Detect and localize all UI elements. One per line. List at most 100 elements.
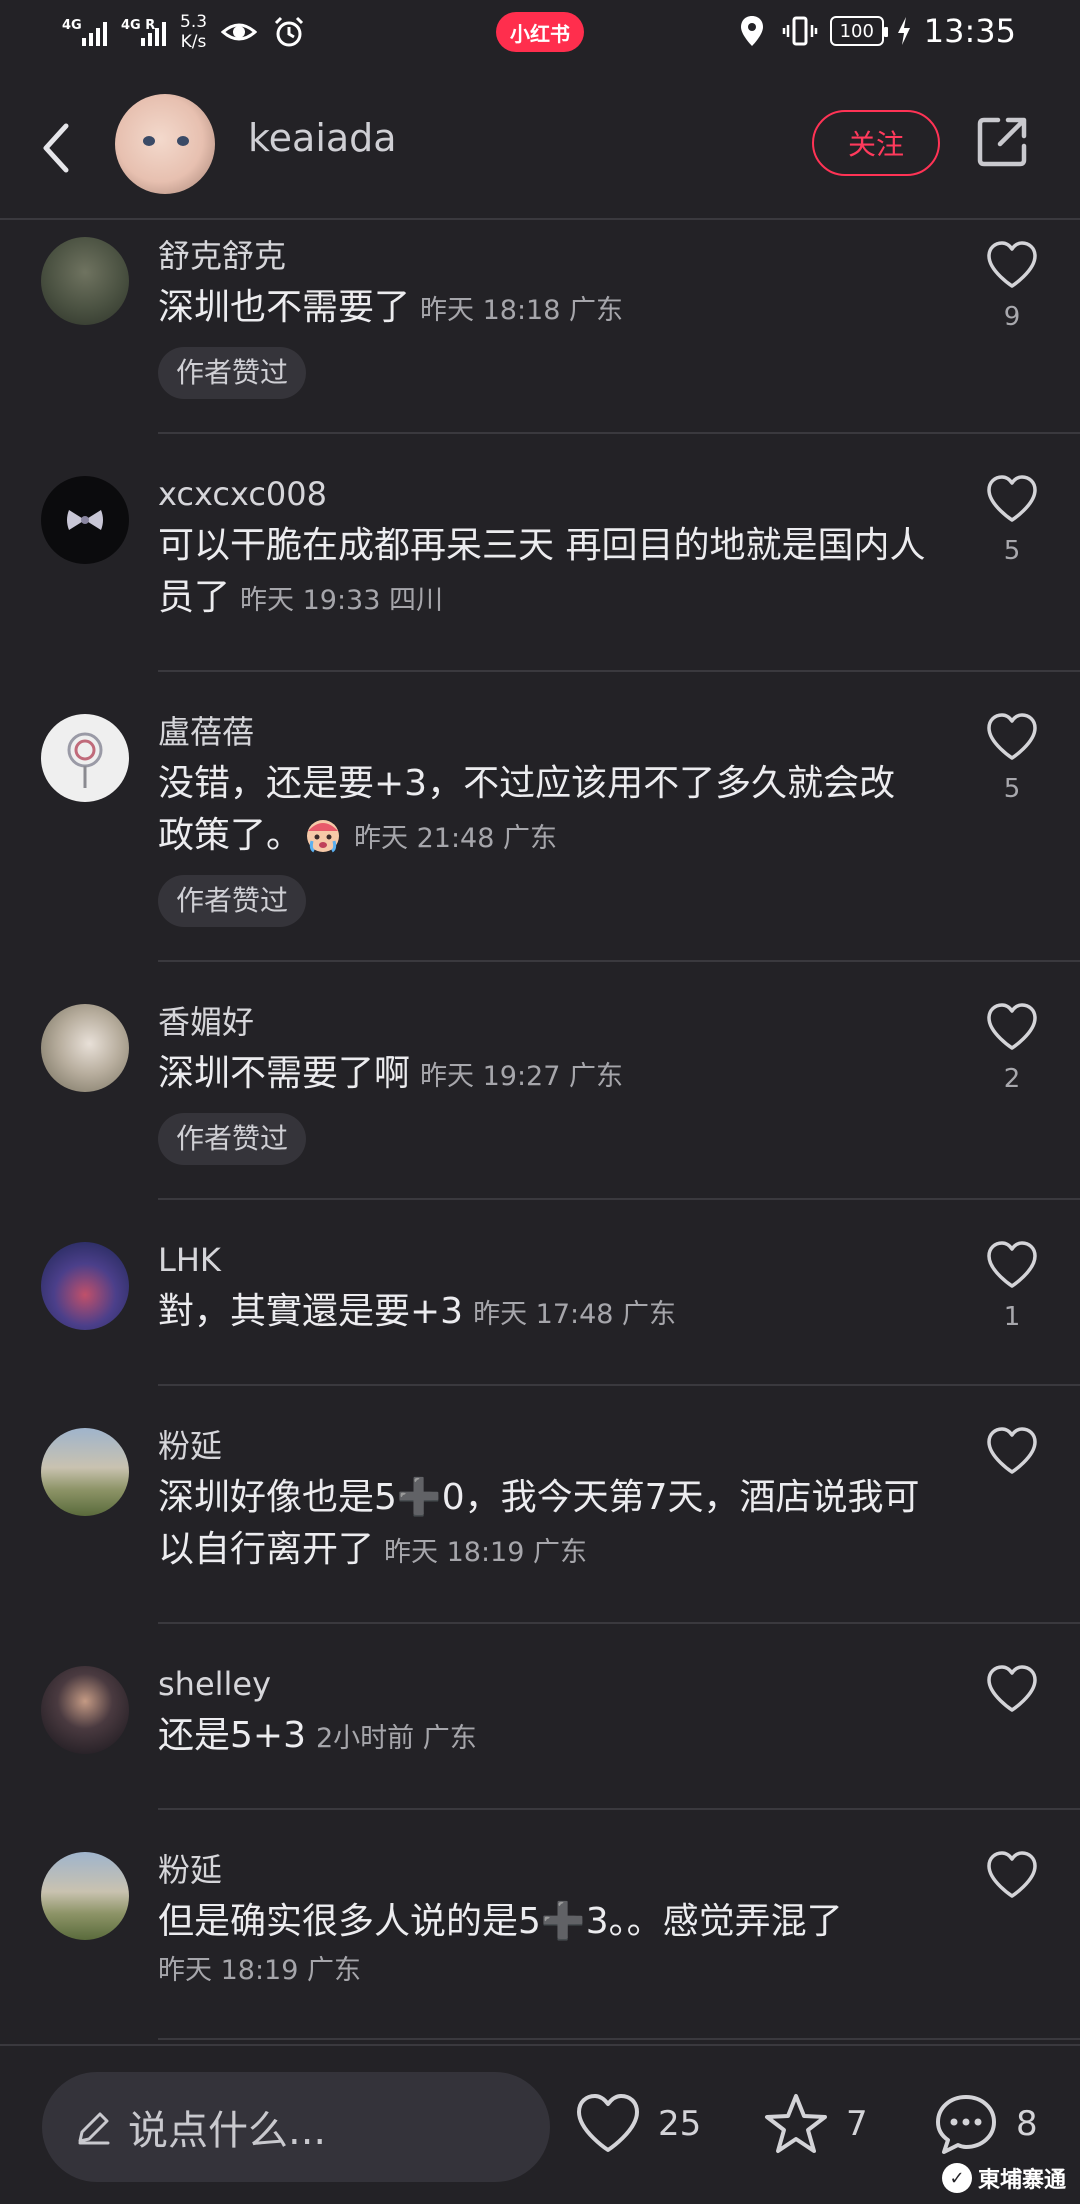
comment-count: 8 [1016, 2104, 1038, 2144]
status-bar: 4G 4G R 5.3 K/s 小红书 100 13:35 [0, 0, 1080, 64]
cell-signal-icon: 4G R [121, 18, 166, 46]
battery-icon: 100 [829, 16, 888, 46]
heart-icon [987, 1665, 1037, 1712]
like-button[interactable] [984, 1426, 1040, 1480]
cell-signal-icon: 4G [62, 18, 107, 46]
share-icon[interactable] [974, 114, 1030, 170]
header: keaiada 关注 [0, 76, 1080, 220]
alarm-icon [274, 16, 304, 47]
author-avatar[interactable] [115, 94, 215, 194]
heart-icon [987, 1241, 1037, 1288]
like-count: 5 [1003, 774, 1021, 804]
comment-item: 舒克舒克 深圳也不需要了 昨天 18:18 广东 作者赞过 9 [41, 222, 1080, 434]
like-button[interactable]: 5 [984, 712, 1040, 804]
comment-input[interactable]: 说点什么... [42, 2072, 550, 2182]
commenter-name[interactable]: 粉延 [158, 1424, 930, 1468]
comment-meta: 昨天 19:27 广东 [420, 1061, 623, 1092]
lollipop-icon [67, 732, 103, 788]
comment-bubble-icon [936, 2095, 996, 2154]
like-button[interactable]: 1 [984, 1240, 1040, 1332]
comment-button[interactable]: 8 [932, 2092, 1038, 2156]
comment-meta: 昨天 17:48 广东 [473, 1299, 677, 1330]
comment-text: 可以干脆在成都再呆三天 再回目的地就是国内人员了 昨天 19:33 四川 [158, 525, 926, 618]
vibrate-icon [782, 16, 818, 46]
heart-icon [987, 713, 1037, 760]
commenter-avatar[interactable] [41, 1428, 129, 1516]
bow-icon [67, 510, 103, 530]
eye-icon [221, 23, 258, 41]
commenter-avatar[interactable] [41, 476, 129, 564]
like-button[interactable]: 2 [984, 1002, 1040, 1094]
heart-icon [987, 1851, 1037, 1898]
comment-meta: 昨天 18:18 广东 [420, 295, 623, 326]
bottom-action-bar: 说点什么... 25 7 8 ✓ 東埔寨通 [0, 2044, 1080, 2204]
watermark-text: 東埔寨通 [977, 2168, 1066, 2193]
author-liked-badge: 作者赞过 [158, 875, 307, 927]
comment-meta: 昨天 18:19 广东 [158, 1955, 361, 1986]
crying-emoji-icon [307, 820, 340, 853]
screen: 4G 4G R 5.3 K/s 小红书 100 13:35 keaiada 关注… [0, 0, 1080, 2204]
watermark-logo-icon: ✓ [941, 2163, 972, 2193]
comment-item: 粉延 但是确实很多人说的是5➕3。。感觉弄混了 昨天 18:19 广东 [41, 1810, 1080, 2040]
location-icon [740, 16, 763, 46]
comment-input-placeholder: 说点什么... [128, 2108, 327, 2154]
commenter-avatar[interactable] [41, 1852, 129, 1940]
commenter-name[interactable]: 香媚好 [158, 1000, 930, 1044]
commenter-avatar[interactable] [41, 237, 129, 325]
comment-text: 對，其實還是要+3 昨天 17:48 广东 [158, 1291, 677, 1332]
author-name[interactable]: keaiada [248, 116, 397, 160]
signal-label: 4G R [121, 18, 156, 33]
commenter-avatar[interactable] [41, 1004, 129, 1092]
heart-icon [987, 475, 1037, 522]
comment-list: 舒克舒克 深圳也不需要了 昨天 18:18 广东 作者赞过 9 xcxcxc008… [0, 222, 1080, 2040]
comment-item: 盧蓓蓓 没错，还是要+3，不过应该用不了多久就会改政策了。 昨天 21:48 广东… [41, 672, 1080, 962]
favorite-count: 7 [846, 2104, 868, 2144]
commenter-name[interactable]: LHK [158, 1238, 930, 1282]
like-button[interactable] [984, 1850, 1040, 1904]
like-button[interactable]: 9 [984, 240, 1040, 332]
commenter-name[interactable]: 粉延 [158, 1848, 930, 1892]
like-post-button[interactable]: 25 [574, 2092, 701, 2156]
comment-item: shelley 还是5+3 2小时前 广东 [41, 1624, 1080, 1810]
comment-meta: 2小时前 广东 [315, 1723, 477, 1754]
like-count: 9 [1003, 302, 1021, 332]
signal-label: 4G [62, 18, 82, 33]
like-button[interactable]: 5 [984, 474, 1040, 566]
comment-text: 深圳也不需要了 昨天 18:18 广东 [158, 287, 623, 328]
star-icon [765, 2094, 827, 2153]
comment-text: 深圳好像也是5➕0，我今天第7天，酒店说我可以自行离开了 昨天 18:19 广东 [158, 1477, 920, 1570]
like-count: 5 [1003, 536, 1021, 566]
like-count: 1 [1003, 1302, 1021, 1332]
comment-item: 香媚好 深圳不需要了啊 昨天 19:27 广东 作者赞过 2 [41, 962, 1080, 1200]
like-button[interactable] [984, 1664, 1040, 1718]
comment-text: 没错，还是要+3，不过应该用不了多久就会改政策了。 昨天 21:48 广东 [158, 763, 896, 856]
like-count: 2 [1003, 1064, 1021, 1094]
comment-item: 粉延 深圳好像也是5➕0，我今天第7天，酒店说我可以自行离开了 昨天 18:19 … [41, 1386, 1080, 1624]
commenter-avatar[interactable] [41, 1242, 129, 1330]
pencil-icon [78, 2112, 110, 2145]
comment-meta: 昨天 21:48 广东 [354, 823, 557, 854]
commenter-name[interactable]: xcxcxc008 [158, 472, 930, 516]
favorite-button[interactable]: 7 [762, 2092, 868, 2156]
comment-item: LHK 對，其實還是要+3 昨天 17:48 广东 1 [41, 1200, 1080, 1386]
post-like-count: 25 [658, 2104, 702, 2144]
heart-icon [577, 2094, 639, 2152]
follow-button[interactable]: 关注 [812, 110, 940, 176]
comment-meta: 昨天 18:19 广东 [384, 1537, 587, 1568]
watermark: ✓ 東埔寨通 [941, 2162, 1066, 2194]
commenter-name[interactable]: 盧蓓蓓 [158, 710, 930, 754]
comment-item: xcxcxc008 可以干脆在成都再呆三天 再回目的地就是国内人员了 昨天 19:… [41, 434, 1080, 672]
comment-text: 但是确实很多人说的是5➕3。。感觉弄混了 [158, 1901, 843, 1942]
heart-icon [987, 1003, 1037, 1050]
commenter-name[interactable]: shelley [158, 1662, 930, 1706]
heart-icon [987, 1427, 1037, 1474]
author-liked-badge: 作者赞过 [158, 347, 307, 399]
commenter-name[interactable]: 舒克舒克 [158, 234, 930, 278]
app-badge: 小红书 [496, 12, 584, 52]
network-speed: 5.3 K/s [180, 12, 208, 52]
commenter-avatar[interactable] [41, 714, 129, 802]
commenter-avatar[interactable] [41, 1666, 129, 1754]
back-icon[interactable] [36, 116, 80, 180]
clock: 13:35 [923, 12, 1016, 50]
author-liked-badge: 作者赞过 [158, 1113, 307, 1165]
